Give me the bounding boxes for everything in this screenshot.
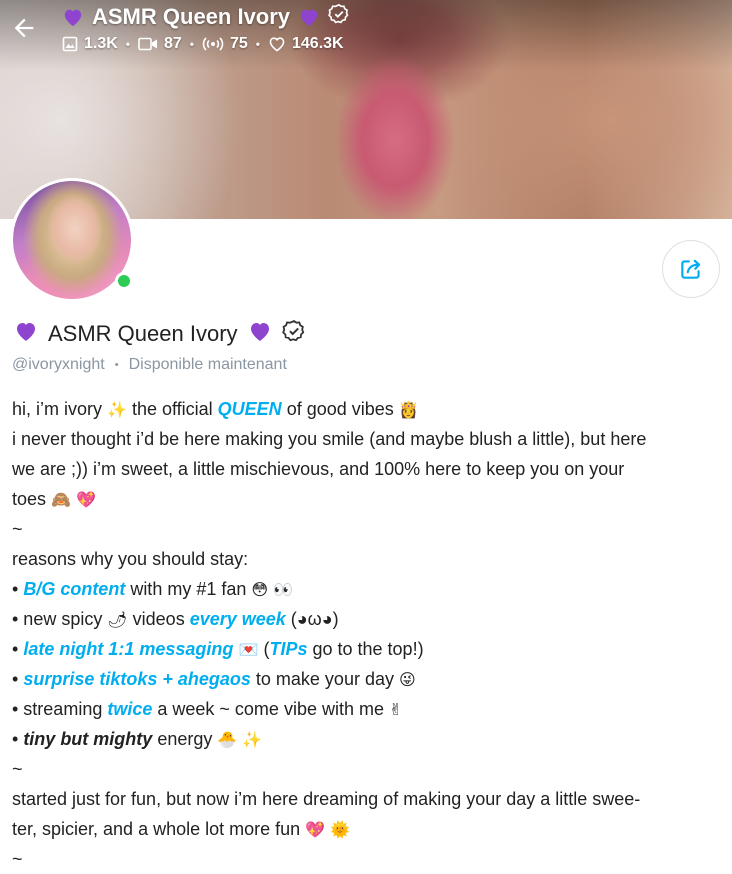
username-handle[interactable]: @ivoryxnight xyxy=(12,356,105,374)
online-status-indicator xyxy=(115,272,133,290)
flushed-eyes-icons: 😳 👀 xyxy=(251,580,294,599)
highlight-text: late night 1:1 messaging xyxy=(23,639,234,659)
arrow-left-icon xyxy=(14,18,34,38)
broadcast-icon xyxy=(202,37,224,51)
bio-line: ter, spicier, and a whole lot more fun 💖… xyxy=(12,819,351,839)
monkey-heart-icons: 🙈 💖 xyxy=(51,490,96,509)
header-stats: 1.3K • 87 • 75 • 146.3K xyxy=(62,35,344,53)
bio-line: hi, i’m ivory ✨ the official QUEEN of go… xyxy=(12,399,419,419)
cover-image xyxy=(0,0,732,219)
bio-list-item: • tiny but mighty energy 🐣 ✨ xyxy=(12,729,263,749)
purple-heart-icon xyxy=(14,320,38,348)
purple-heart-icon xyxy=(298,7,320,27)
highlight-text: TIPs xyxy=(269,639,308,659)
back-button[interactable] xyxy=(10,14,40,44)
bio-line: started just for fun, but now i’m here d… xyxy=(12,789,641,809)
avatar-image xyxy=(13,181,131,299)
bio-line: ~ xyxy=(12,849,23,869)
share-icon xyxy=(681,259,701,279)
photos-stat: 1.3K xyxy=(62,35,118,53)
bio-list-item: • late night 1:1 messaging 💌 (TIPs go to… xyxy=(12,639,424,659)
bio-line: toes 🙈 💖 xyxy=(12,489,96,509)
heart-outline-icon xyxy=(269,37,285,52)
bio-list-item: • new spicy 🌶 videos every week (◕ω◕) xyxy=(12,609,339,629)
sparkles-icon: ✨ xyxy=(107,400,127,419)
princess-icon: 👸 xyxy=(398,400,419,419)
avatar[interactable] xyxy=(10,178,134,302)
profile-name: ASMR Queen Ivory xyxy=(48,321,238,346)
likes-stat: 146.3K xyxy=(268,35,344,53)
streams-stat: 75 xyxy=(202,35,248,53)
bio-line: ~ xyxy=(12,759,23,779)
highlight-text: every week xyxy=(189,609,286,629)
bio-list-item: • streaming twice a week ~ come vibe wit… xyxy=(12,699,403,719)
winking-tongue-icon: 😜 xyxy=(398,670,416,689)
chick-sparkles-icons: 🐣 ✨ xyxy=(217,730,263,749)
bio-list-item: • surprise tiktoks + ahegaos to make you… xyxy=(12,669,416,689)
heart-sun-icons: 💖 🌞 xyxy=(305,820,351,839)
bio-line: we are ;)) i’m sweet, a little mischievo… xyxy=(12,459,625,479)
videos-stat: 87 xyxy=(138,35,182,53)
verified-icon xyxy=(281,319,306,349)
victory-hand-icon: ✌ xyxy=(388,700,403,719)
handle-row: @ivoryxnight • Disponible maintenant xyxy=(12,356,287,374)
bio-list-item: • B/G content with my #1 fan 😳 👀 xyxy=(12,579,294,599)
emphasis-text: tiny but mighty xyxy=(23,729,153,749)
purple-heart-icon xyxy=(248,320,272,348)
header-title: ASMR Queen Ivory xyxy=(92,4,291,29)
bio-line: reasons why you should stay: xyxy=(12,549,249,569)
verified-icon xyxy=(328,3,350,31)
bio-text: hi, i’m ivory ✨ the official QUEEN of go… xyxy=(12,394,722,874)
video-camera-icon xyxy=(138,37,157,51)
share-button[interactable] xyxy=(662,240,720,298)
highlight-text: B/G content xyxy=(23,579,126,599)
purple-heart-icon xyxy=(62,7,84,27)
image-icon xyxy=(62,36,78,52)
header-title-row: ASMR Queen Ivory xyxy=(62,3,350,31)
highlight-text: QUEEN xyxy=(217,399,282,419)
bio-line: ~ xyxy=(12,519,23,539)
chili-pepper-icon: 🌶 xyxy=(107,610,128,629)
love-letter-icon: 💌 xyxy=(233,640,264,659)
availability-status: Disponible maintenant xyxy=(128,356,287,373)
profile-name-row: ASMR Queen Ivory xyxy=(14,319,306,349)
highlight-text: twice xyxy=(107,699,153,719)
highlight-text: surprise tiktoks + ahegaos xyxy=(23,669,251,689)
bio-line: i never thought i’d be here making you s… xyxy=(12,429,647,449)
separator-dot: • xyxy=(114,359,119,371)
